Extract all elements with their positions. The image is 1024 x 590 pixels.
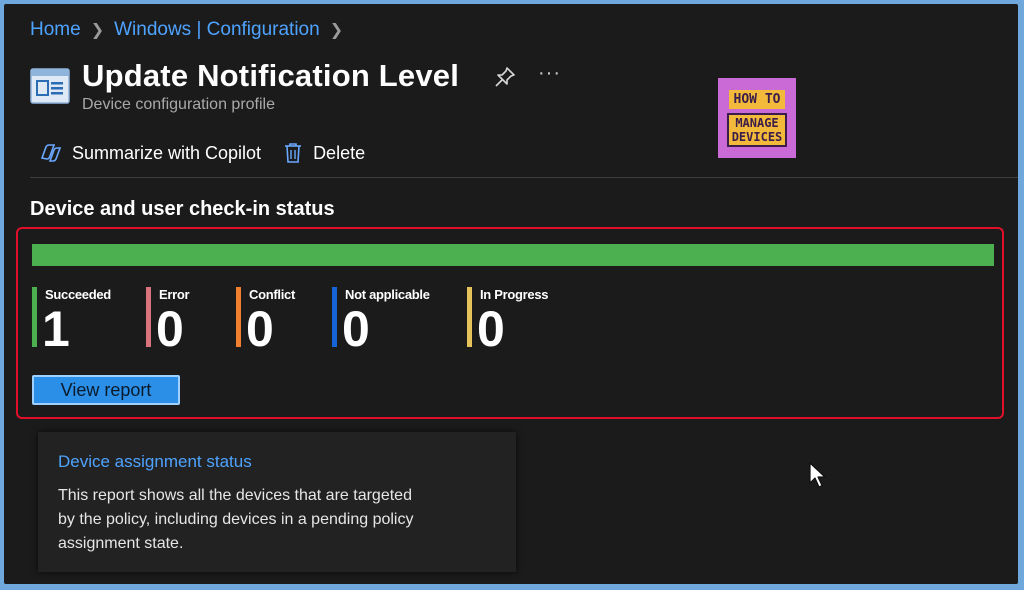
breadcrumb-windows-configuration[interactable]: Windows | Configuration: [114, 19, 320, 41]
stat-color-bar: [146, 287, 151, 347]
page-title: Update Notification Level: [82, 58, 460, 93]
command-bar: Summarize with Copilot Delete: [38, 142, 365, 164]
more-icon[interactable]: ···: [538, 62, 561, 85]
how-to-manage-devices-logo: HOW TO MANAGE DEVICES: [718, 78, 796, 158]
stat-color-bar: [467, 287, 472, 347]
divider: [30, 177, 1018, 178]
stat-label: Succeeded: [45, 287, 111, 302]
delete-button[interactable]: Delete: [283, 142, 365, 164]
stat-value: 0: [477, 301, 505, 357]
stat-color-bar: [32, 287, 37, 347]
checkin-progress-bar: [32, 244, 994, 266]
device-assignment-card: Device assignment status This report sho…: [38, 432, 516, 572]
pin-icon[interactable]: [494, 66, 516, 88]
logo-box: MANAGE DEVICES: [726, 112, 788, 147]
stat-value: 0: [156, 301, 184, 357]
summarize-copilot-button[interactable]: Summarize with Copilot: [38, 142, 261, 164]
summarize-copilot-label: Summarize with Copilot: [72, 142, 262, 163]
device-assignment-link[interactable]: Device assignment status: [58, 452, 252, 472]
stat-value: 0: [246, 301, 274, 357]
device-assignment-description: This report shows all the devices that a…: [58, 487, 414, 552]
progress-succeeded-fill: [32, 244, 994, 266]
stat-value: 0: [342, 301, 370, 357]
view-report-button[interactable]: View report: [32, 375, 180, 405]
logo-line1: HOW TO: [728, 89, 786, 109]
stat-label: Conflict: [249, 287, 295, 302]
profile-list-icon: [30, 68, 70, 104]
mouse-cursor-icon: [809, 462, 826, 488]
page-subtitle: Device configuration profile: [82, 96, 275, 113]
stat-color-bar: [236, 287, 241, 347]
breadcrumb-home[interactable]: Home: [30, 19, 81, 41]
logo-line3: DEVICES: [731, 129, 783, 144]
logo-line2: MANAGE: [735, 115, 779, 130]
stat-label: Error: [159, 287, 190, 302]
delete-label: Delete: [313, 142, 366, 163]
checkin-status-panel: Succeeded 1 Error 0 Conflict 0 Not appli…: [16, 227, 1004, 419]
chevron-right-icon: ❯: [329, 22, 344, 39]
stat-label: In Progress: [480, 287, 549, 302]
copilot-icon: [40, 144, 62, 162]
chevron-right-icon: ❯: [90, 22, 105, 39]
trash-icon: [285, 143, 302, 163]
stat-label: Not applicable: [345, 287, 430, 302]
checkin-status-title: Device and user check-in status: [30, 198, 335, 220]
stat-value: 1: [42, 301, 70, 357]
breadcrumb: Home ❯ Windows | Configuration ❯: [30, 19, 343, 41]
stat-color-bar: [332, 287, 337, 347]
portal-window: Home ❯ Windows | Configuration ❯ Update …: [4, 4, 1018, 584]
